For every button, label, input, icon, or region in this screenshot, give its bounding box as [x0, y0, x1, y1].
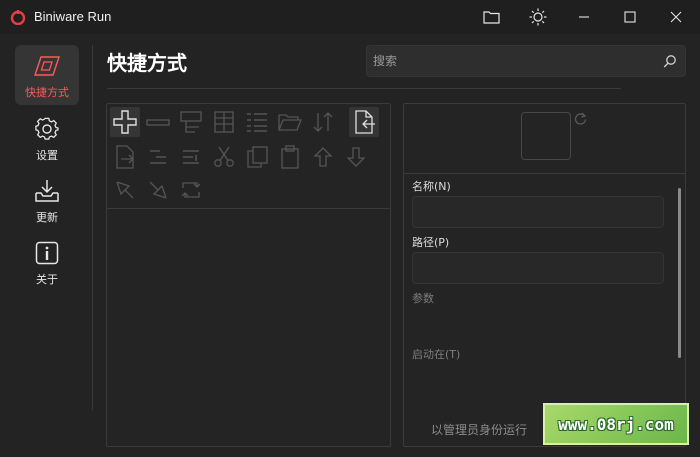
minimize-icon — [579, 16, 589, 18]
path-field[interactable] — [412, 252, 664, 284]
sidebar-divider — [92, 45, 93, 410]
add-button[interactable] — [110, 107, 140, 137]
remove-button[interactable] — [143, 107, 173, 137]
divider — [107, 88, 621, 89]
details-panel: 名称(N) 路径(P) 参数 启动在(T) 以管理员身份运行 — [403, 103, 686, 447]
shortcut-list[interactable] — [107, 210, 390, 446]
outdent-icon — [183, 150, 199, 164]
cut-button[interactable] — [209, 142, 239, 172]
close-button[interactable] — [654, 0, 698, 34]
grid-view-button[interactable] — [209, 107, 239, 137]
search-box[interactable] — [366, 45, 686, 77]
name-label: 名称(N) — [412, 180, 451, 193]
grid-icon — [214, 111, 234, 133]
shortcut-list-panel — [106, 103, 391, 447]
run-as-admin-button[interactable]: 以管理员身份运行 — [414, 416, 544, 442]
sidebar-item-update[interactable]: 更新 — [15, 170, 79, 230]
copy-button[interactable] — [242, 142, 272, 172]
collapse-button[interactable] — [143, 175, 173, 205]
expand-button[interactable] — [110, 175, 140, 205]
list-view-button[interactable] — [242, 107, 272, 137]
paste-icon — [281, 145, 299, 169]
remove-icon — [146, 119, 170, 126]
move-down-button[interactable] — [341, 142, 371, 172]
move-up-icon — [313, 147, 333, 167]
search-input[interactable] — [373, 46, 657, 76]
name-field[interactable] — [412, 196, 664, 228]
sidebar-item-label: 设置 — [36, 149, 58, 162]
export-icon — [116, 145, 134, 169]
theme-toggle-button[interactable] — [516, 0, 560, 34]
open-folder-icon — [278, 114, 302, 131]
outdent-button[interactable] — [176, 142, 206, 172]
info-icon — [35, 241, 59, 265]
scrollbar-thumb[interactable] — [678, 188, 681, 358]
divider — [404, 173, 685, 174]
open-folder-button[interactable] — [275, 107, 305, 137]
sun-icon — [529, 8, 547, 26]
start-in-label: 启动在(T) — [412, 348, 461, 361]
group-icon — [180, 111, 202, 133]
download-icon — [35, 180, 59, 202]
sync-icon — [181, 182, 201, 198]
folder-icon — [482, 11, 500, 24]
sidebar: 快捷方式 设置 更新 关于 — [0, 34, 94, 457]
search-icon[interactable] — [663, 54, 677, 68]
shortcut-icon — [34, 56, 60, 76]
gear-icon — [35, 117, 59, 140]
indent-button[interactable] — [143, 142, 173, 172]
sidebar-item-settings[interactable]: 设置 — [15, 108, 79, 168]
sidebar-item-label: 更新 — [36, 211, 58, 224]
add-icon — [113, 110, 137, 134]
import-icon — [355, 110, 375, 134]
list-icon — [247, 113, 267, 132]
window-title: Biniware Run — [34, 9, 112, 24]
sort-icon — [313, 112, 333, 132]
open-folder-button[interactable] — [469, 0, 513, 34]
sidebar-item-shortcuts[interactable]: 快捷方式 — [15, 45, 79, 105]
group-button[interactable] — [176, 107, 206, 137]
toolbar — [107, 104, 390, 209]
shortcut-icon-preview[interactable] — [521, 112, 571, 160]
sort-button[interactable] — [308, 107, 338, 137]
import-button[interactable] — [349, 107, 379, 137]
close-icon — [670, 11, 682, 23]
export-button[interactable] — [110, 142, 140, 172]
path-label: 路径(P) — [412, 236, 450, 249]
collapse-icon — [149, 181, 167, 199]
minimize-button[interactable] — [562, 0, 606, 34]
paste-button[interactable] — [275, 142, 305, 172]
move-down-icon — [346, 147, 366, 167]
sidebar-item-label: 关于 — [36, 273, 58, 286]
title-bar: Biniware Run — [0, 0, 700, 34]
app-logo-icon — [10, 10, 26, 25]
cut-icon — [214, 146, 234, 167]
page-title: 快捷方式 — [107, 51, 187, 75]
arguments-label: 参数 — [412, 292, 434, 305]
maximize-icon — [624, 11, 636, 23]
copy-icon — [247, 146, 268, 168]
move-up-button[interactable] — [308, 142, 338, 172]
refresh-icon[interactable] — [574, 112, 587, 125]
indent-icon — [150, 150, 166, 164]
maximize-button[interactable] — [608, 0, 652, 34]
watermark: www.08rj.com — [543, 403, 689, 445]
sidebar-item-about[interactable]: 关于 — [15, 232, 79, 292]
expand-icon — [116, 181, 134, 199]
sync-button[interactable] — [176, 175, 206, 205]
sidebar-item-label: 快捷方式 — [25, 86, 69, 99]
